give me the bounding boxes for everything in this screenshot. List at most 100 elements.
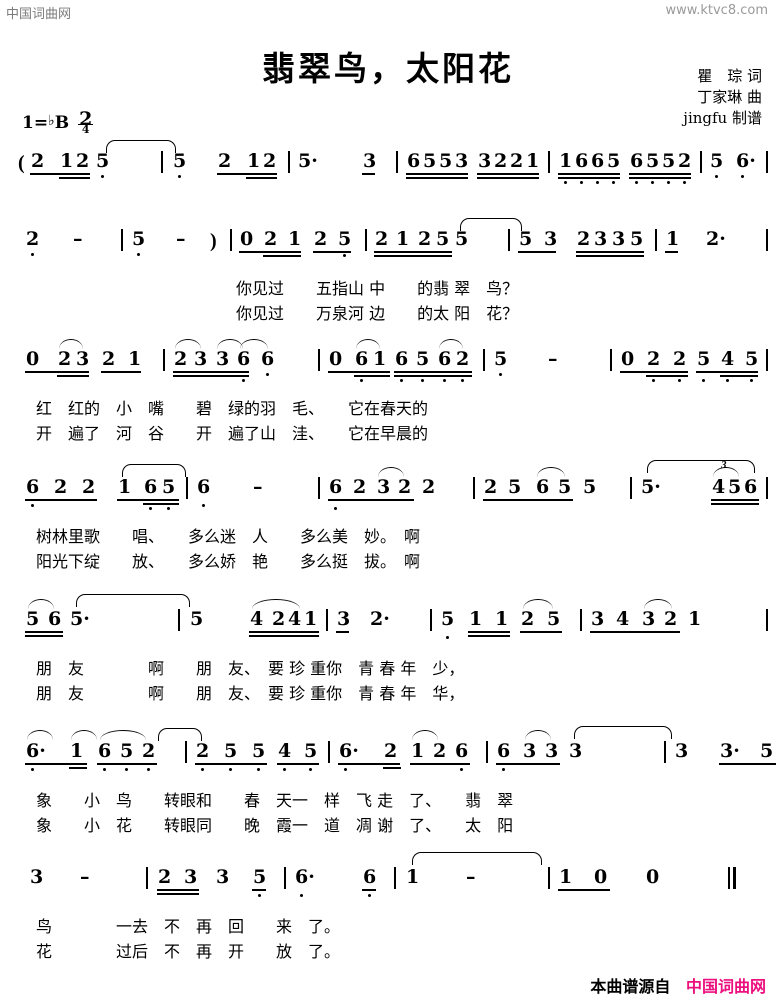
barline (284, 867, 286, 889)
note: 2· (370, 608, 390, 630)
slur (537, 467, 565, 477)
note: 5 (224, 740, 238, 762)
music-system-2: 2 – 5 – ) 0 2 1 2 5 2 1 2 5 5 5 3 2 3 3 … (0, 218, 776, 330)
barline (396, 151, 398, 173)
footer: 本曲谱源自 中国词曲网 (590, 973, 766, 997)
note: 3 (523, 740, 537, 762)
lyric-line: 象 小 鸟 转眼和 春 天一 样 飞 走 了、 翡 翠 (36, 791, 514, 810)
lyric-row-6b: 象 小 花 转眼同 晚 霞一 道 凋 谢 了、 太 阳 (18, 817, 776, 842)
note: 1 (688, 608, 702, 630)
note: 3 (478, 150, 492, 172)
note: 6 (575, 150, 589, 172)
note: 5 (547, 608, 561, 630)
beam (719, 763, 776, 765)
music-system-6: 6· 1 6 5 2 2 5 5 4 5 6· 2 1 2 6 6 3 3 3 … (0, 726, 776, 842)
beam (173, 371, 249, 373)
beam (362, 889, 376, 891)
note: 5 (439, 150, 453, 172)
barline (766, 229, 768, 251)
credit-engraver: jingfu 制谱 (683, 109, 762, 127)
slur (439, 339, 463, 349)
lyric-row-3b: 开 遍了 河 谷 开 遍了山 洼、 它在早晨的 (18, 425, 776, 450)
note-row-3: 0 2 3 2 1 2 3 3 6 6 0 6 1 6 5 6 2 5 – 0 … (18, 339, 768, 396)
note: 2 (272, 608, 286, 630)
note: 3 (184, 866, 198, 888)
octave-dot-low (635, 181, 638, 184)
note: 3 (337, 608, 351, 630)
beam (25, 631, 63, 633)
music-system-1: ( 2 1 2 5 5 2 1 2 5· 3 6 5 5 3 3 2 2 1 1… (0, 140, 776, 198)
beam (117, 499, 179, 501)
note: 2 (384, 740, 398, 762)
barline (630, 477, 632, 499)
note: 5 (519, 228, 533, 250)
note: 5 (423, 150, 437, 172)
beam (496, 763, 560, 765)
beam (406, 173, 468, 175)
lyric-row-3a: 红 红的 小 嘴 碧 绿的羽 毛、 它在春天的 (18, 400, 776, 425)
slur (71, 730, 97, 740)
note: 2 (142, 740, 156, 762)
note: 3 (569, 740, 583, 762)
note: 3 (216, 348, 230, 370)
note: 2 (521, 608, 535, 630)
note: 3 (377, 476, 391, 498)
music-system-7: 3 – 2 3 3 5 6· 6 1 – 1 0 0 鸟 一去 不 再 回 来 … (0, 852, 776, 968)
beam (406, 177, 468, 179)
barline (328, 741, 330, 763)
beam (394, 371, 472, 373)
barline (186, 477, 188, 499)
note: 5 (607, 150, 621, 172)
slur (523, 599, 553, 609)
octave-dot-low (461, 379, 464, 382)
note: 1 (559, 150, 573, 172)
octave-dot-low (31, 253, 34, 256)
key-prefix: 1= (22, 113, 49, 133)
octave-dot-low (178, 175, 181, 178)
lyric-row-7b: 花 过后 不 再 开 放 了。 (18, 943, 776, 968)
note: 3 (363, 150, 377, 172)
beam (696, 371, 758, 373)
lyric-line: 你见过 五指山 中 的翡 翠 鸟？ (236, 279, 519, 298)
note: 5 (710, 150, 724, 172)
note: 6· (339, 740, 359, 762)
footer-site-name[interactable]: 中国词曲网 (686, 977, 766, 996)
tie (460, 218, 522, 231)
lyric-row-7a: 鸟 一去 不 再 回 来 了。 (18, 918, 776, 943)
beam (383, 767, 401, 769)
note: 5 (583, 476, 597, 498)
note: 4 (250, 608, 264, 630)
octave-dot-low (257, 768, 260, 771)
octave-dot-low (683, 181, 686, 184)
music-system-5: 5 6 5· 5 4 2 4 1 3 2· 5 1 1 2 5 3 4 3 2 … (0, 594, 776, 710)
octave-dot-low (741, 175, 744, 178)
octave-dot-low (137, 253, 140, 256)
note: 5 (120, 740, 134, 762)
beam (143, 503, 179, 505)
close-paren: ) (210, 230, 217, 252)
beam (157, 889, 199, 891)
note: 5 (760, 740, 774, 762)
barline (610, 349, 612, 371)
octave-dot-low (678, 379, 681, 382)
credit-composer: 丁家琳 曲 (697, 88, 762, 106)
octave-dot-low (31, 768, 34, 771)
octave-dot-low (715, 175, 718, 178)
note: 6 (407, 150, 421, 172)
note: 4 (616, 608, 630, 630)
note: 6 (144, 476, 158, 498)
note: 5 (494, 348, 508, 370)
tie (122, 464, 186, 477)
barline (473, 477, 475, 499)
slur (252, 599, 300, 609)
note: 2 (422, 476, 436, 498)
final-barline (728, 867, 738, 889)
slur (175, 339, 201, 349)
note: 1 (247, 150, 261, 172)
barline (365, 229, 367, 251)
octave-dot-low (443, 379, 446, 382)
note: 2 (58, 348, 72, 370)
note: 1 (526, 150, 540, 172)
beam (520, 631, 562, 633)
beam (711, 499, 759, 501)
